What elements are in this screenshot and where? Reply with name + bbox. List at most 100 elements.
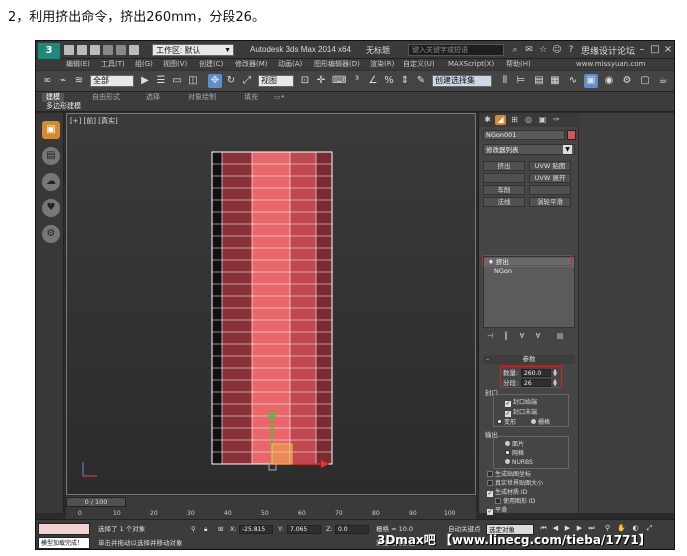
gen-mapping-checkbox[interactable]: 生成贴图坐标: [487, 471, 531, 479]
select-by-name-icon[interactable]: ☰: [154, 74, 168, 88]
maximize-button[interactable]: □: [649, 44, 661, 56]
gear-icon[interactable]: ⚙: [42, 225, 60, 243]
search-input[interactable]: 键入关键字或短语: [408, 44, 504, 56]
help-icon[interactable]: ?: [566, 45, 576, 55]
box-icon[interactable]: ▣: [42, 121, 60, 139]
binoculars-icon[interactable]: ⌕: [510, 45, 520, 55]
snap-toggle-icon[interactable]: ³: [350, 74, 364, 88]
angle-snap-icon[interactable]: ∠: [366, 74, 380, 88]
modifier-list-dropdown[interactable]: 修改器列表 ▼: [483, 144, 575, 155]
mesh-radio[interactable]: 网格: [505, 450, 524, 458]
rotate-icon[interactable]: ↻: [224, 74, 238, 88]
align-icon[interactable]: ⊨: [514, 74, 528, 88]
menu-graph-editors[interactable]: 图形编辑器(D): [314, 59, 360, 70]
uvw-unwrap-button[interactable]: UVW 展开: [529, 173, 571, 183]
gen-mat-ids-checkbox[interactable]: ✓ 生成材质 ID: [487, 489, 527, 497]
cap-end-checkbox[interactable]: ✓ 封口末端: [505, 409, 537, 417]
document-icon[interactable]: ▤: [42, 147, 60, 165]
lock-icon[interactable]: 🔒︎: [204, 525, 207, 534]
mirror-icon[interactable]: ⫴: [498, 74, 512, 88]
selection-filter-dropdown[interactable]: 全部: [90, 75, 134, 87]
gizmo-xy-plane[interactable]: [271, 443, 293, 465]
menu-create[interactable]: 创建(C): [199, 59, 223, 70]
stack-item-ngon[interactable]: NGon: [484, 267, 574, 276]
absolute-mode-icon[interactable]: ⊞: [218, 525, 223, 534]
create-tab-icon[interactable]: ✱: [482, 115, 493, 125]
object-name-field[interactable]: NGon001: [483, 130, 565, 140]
new-file-icon[interactable]: [64, 45, 74, 55]
lathe-button[interactable]: 车削: [483, 185, 525, 195]
scale-icon[interactable]: ⤢: [240, 74, 254, 88]
extruded-ngon-mesh[interactable]: [67, 114, 476, 495]
parameters-rollout-header[interactable]: – 参数: [483, 355, 575, 364]
z-coord-field[interactable]: 0.0: [335, 525, 369, 534]
select-manipulate-icon[interactable]: ✛: [314, 74, 328, 88]
extrude-button[interactable]: 挤出: [483, 161, 525, 171]
real-world-checkbox[interactable]: 真实世界贴图大小: [487, 480, 543, 488]
rendered-frame-icon[interactable]: ▢: [638, 74, 652, 88]
maxscript-listener[interactable]: [38, 523, 90, 535]
patch-radio[interactable]: 面片: [505, 441, 524, 449]
menu-tools[interactable]: 工具(T): [101, 59, 125, 70]
use-shape-ids-checkbox[interactable]: 使用图形 ID: [495, 498, 535, 506]
bind-spacewarp-icon[interactable]: ≋: [72, 74, 86, 88]
menu-customize[interactable]: 自定义(U): [403, 59, 435, 70]
redo-icon[interactable]: [116, 45, 126, 55]
reference-coord-dropdown[interactable]: 视图: [258, 75, 294, 87]
window-crossing-icon[interactable]: ◫: [186, 74, 200, 88]
ribbon-tab-freeform[interactable]: 自由形式: [92, 93, 120, 102]
remove-modifier-icon[interactable]: ∀: [533, 331, 543, 341]
workspace-dropdown[interactable]: 工作区: 默认 ▼: [152, 44, 234, 56]
layer-manager-icon[interactable]: ▤: [532, 74, 546, 88]
close-button[interactable]: ×: [662, 44, 674, 56]
motion-tab-icon[interactable]: ◎: [523, 115, 534, 125]
morph-radio[interactable]: 变形: [497, 419, 516, 427]
modify-tab-icon[interactable]: ◢: [495, 115, 506, 125]
menu-animation[interactable]: 动画(A): [278, 59, 302, 70]
heart-icon[interactable]: ♥: [42, 199, 60, 217]
isolate-icon[interactable]: ⚲: [191, 525, 196, 534]
smooth-checkbox[interactable]: ✓ 平滑: [487, 507, 507, 515]
configure-sets-icon[interactable]: ▤: [555, 331, 565, 341]
cloud-icon[interactable]: ☁: [42, 173, 60, 191]
ribbon-tab-populate[interactable]: 填充: [244, 93, 258, 102]
menu-edit[interactable]: 编辑(E): [66, 59, 90, 70]
ribbon-tab-modeling[interactable]: 建模: [42, 93, 64, 102]
named-selection-dropdown[interactable]: 创建选择集: [432, 75, 492, 87]
maxscript-output[interactable]: 模型加载完成！: [38, 537, 90, 549]
menu-group[interactable]: 组(G): [135, 59, 153, 70]
y-coord-field[interactable]: 7.065: [287, 525, 321, 534]
menu-maxscript[interactable]: MAXScript(X): [448, 59, 494, 70]
track-bar[interactable]: 0 10 20 30 40 50 60 70 80 90 100: [66, 508, 476, 519]
ribbon-options-icon[interactable]: ▭•: [274, 93, 285, 102]
utilities-tab-icon[interactable]: ✑: [551, 115, 562, 125]
rect-selection-icon[interactable]: ▭: [170, 74, 184, 88]
hold-icon[interactable]: [129, 45, 139, 55]
modifier-stack[interactable]: ♦ 挤出 NGon: [483, 256, 575, 328]
render-icon[interactable]: ☕: [656, 74, 670, 88]
minimize-button[interactable]: –: [636, 44, 648, 56]
x-coord-field[interactable]: -25.815: [239, 525, 273, 534]
ribbon-tab-selection[interactable]: 选择: [146, 93, 160, 102]
percent-snap-icon[interactable]: %: [382, 74, 396, 88]
select-object-icon[interactable]: ▶: [138, 74, 152, 88]
unlink-icon[interactable]: ⌁: [56, 74, 70, 88]
spinner-snap-icon[interactable]: ⇕: [398, 74, 412, 88]
link-icon[interactable]: ∞: [40, 74, 54, 88]
schematic-view-icon[interactable]: ▣: [584, 74, 598, 88]
pin-stack-icon[interactable]: ⊣: [485, 331, 495, 341]
menu-rendering[interactable]: 渲染(R): [370, 59, 394, 70]
cap-start-checkbox[interactable]: ✓ 封口始端: [505, 399, 537, 407]
open-file-icon[interactable]: [77, 45, 87, 55]
object-color-swatch[interactable]: [567, 130, 576, 140]
app-logo[interactable]: 3: [38, 43, 60, 59]
time-slider-thumb[interactable]: 0 / 100: [66, 497, 126, 507]
save-file-icon[interactable]: [90, 45, 100, 55]
nurbs-radio[interactable]: NURBS: [505, 459, 533, 467]
sign-in-icon[interactable]: ☺: [552, 45, 562, 55]
modifier-slot-6-button[interactable]: [529, 185, 571, 195]
show-end-result-icon[interactable]: ┃: [501, 331, 511, 341]
undo-icon[interactable]: [103, 45, 113, 55]
pivot-marker[interactable]: [268, 463, 277, 471]
menu-help[interactable]: 帮助(H): [506, 59, 531, 70]
